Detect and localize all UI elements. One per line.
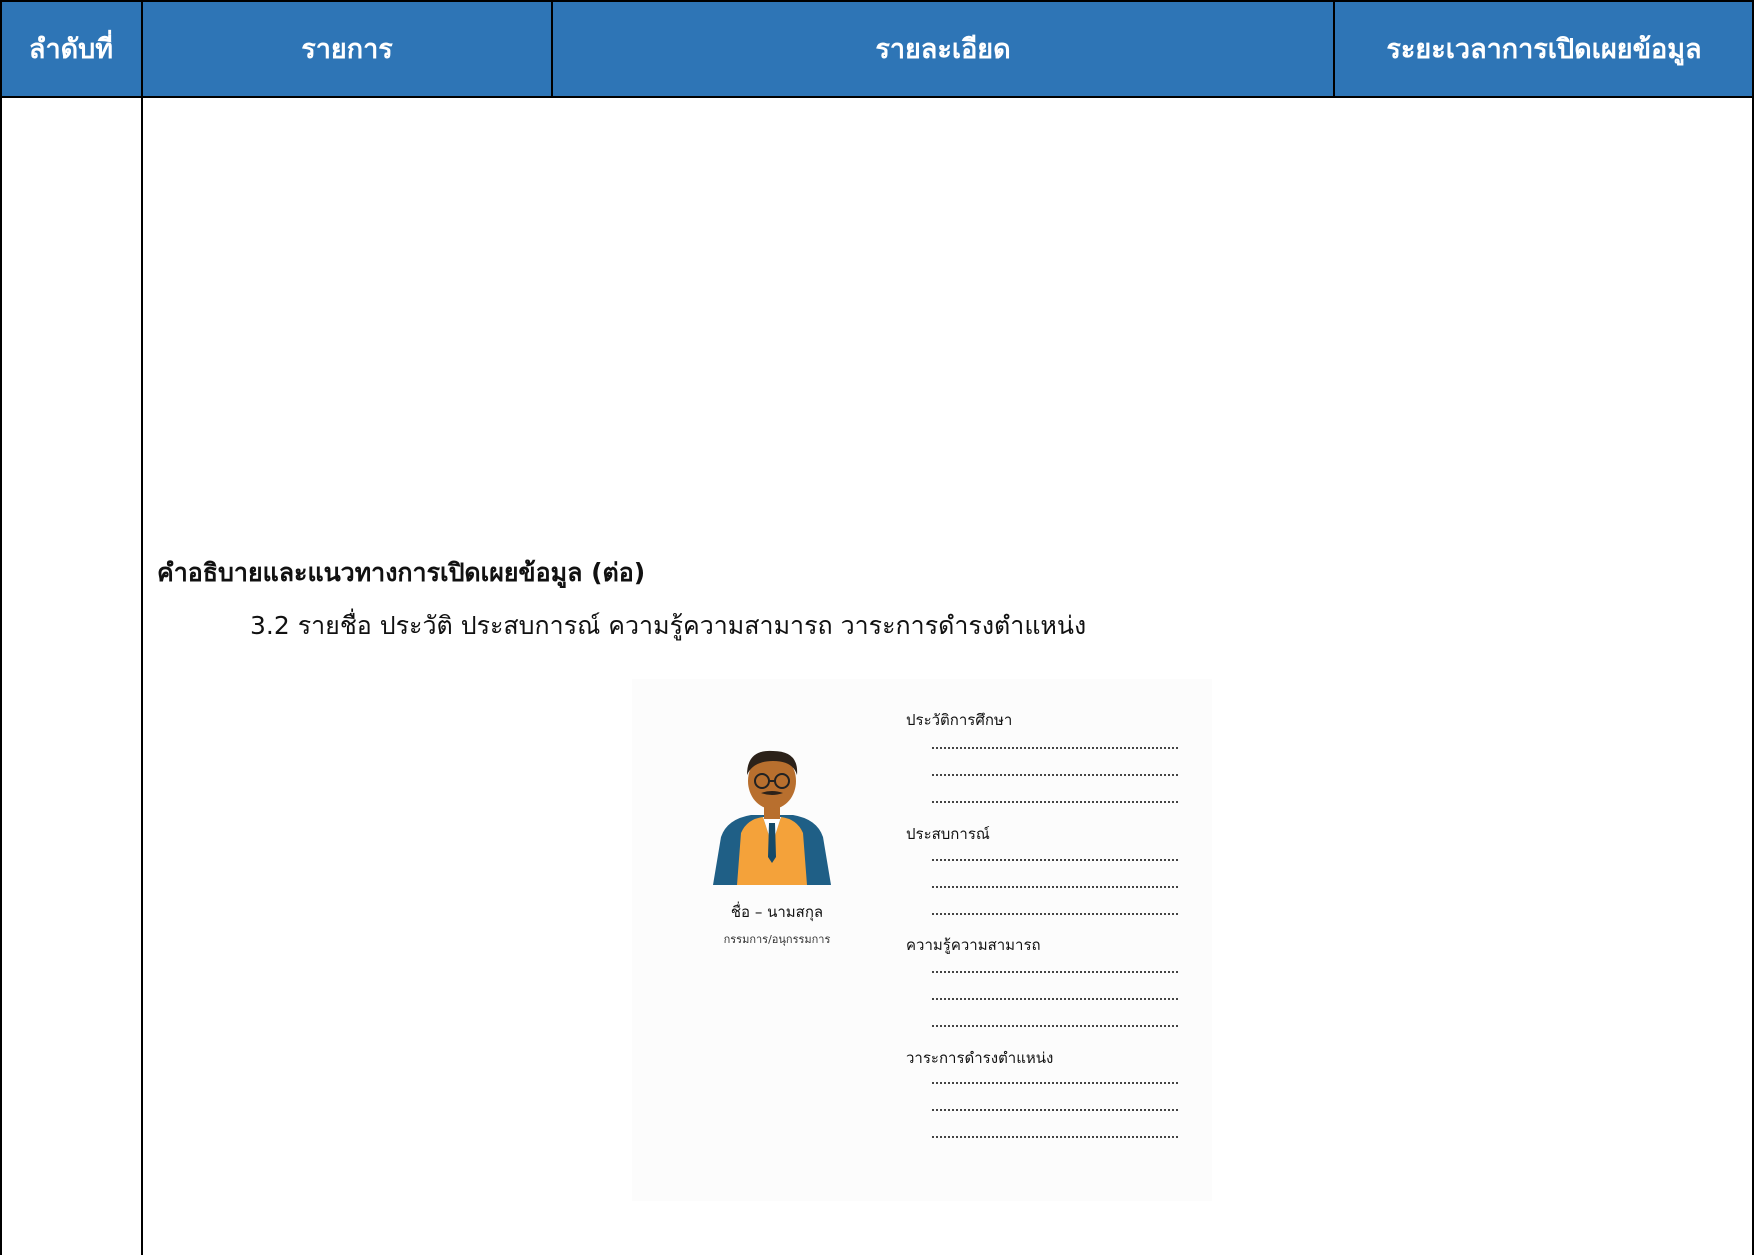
table-top-border bbox=[0, 0, 1754, 2]
cv-heading-experience: ประสบการณ์ bbox=[906, 825, 990, 843]
dotted-line bbox=[932, 859, 1178, 861]
person-name-label: ชื่อ – นามสกุล bbox=[730, 903, 824, 921]
dotted-line bbox=[932, 886, 1178, 888]
dotted-line bbox=[932, 747, 1178, 749]
table-left-border bbox=[0, 0, 2, 1255]
header-order: ลำดับที่ bbox=[28, 34, 114, 65]
dotted-line bbox=[932, 801, 1178, 803]
cv-heading-term: วาระการดำรงตำแหน่ง bbox=[906, 1049, 1054, 1067]
dotted-line bbox=[932, 1136, 1178, 1138]
person-avatar-icon bbox=[713, 750, 831, 885]
column-divider-item bbox=[551, 0, 553, 97]
dotted-line bbox=[932, 1025, 1178, 1027]
cv-heading-knowledge: ความรู้ความสามารถ bbox=[906, 936, 1041, 954]
person-role-label: กรรมการ/อนุกรรมการ bbox=[723, 933, 831, 946]
column-divider-detail bbox=[1333, 0, 1335, 97]
column-divider-order bbox=[141, 0, 143, 1255]
header-item: รายการ bbox=[301, 34, 393, 65]
header-bottom-border bbox=[0, 96, 1754, 98]
header-period: ระยะเวลาการเปิดเผยข้อมูล bbox=[1386, 34, 1702, 65]
dotted-line bbox=[932, 1082, 1178, 1084]
header-detail: รายละเอียด bbox=[875, 34, 1011, 65]
cv-heading-education: ประวัติการศึกษา bbox=[906, 711, 1013, 729]
dotted-line bbox=[932, 998, 1178, 1000]
section-title: คำอธิบายและแนวทางการเปิดเผยข้อมูล (ต่อ) bbox=[157, 558, 646, 587]
dotted-line bbox=[932, 913, 1178, 915]
dotted-line bbox=[932, 774, 1178, 776]
dotted-line bbox=[932, 971, 1178, 973]
section-item-3-2: 3.2 รายชื่อ ประวัติ ประสบการณ์ ความรู้คว… bbox=[250, 611, 1087, 640]
dotted-line bbox=[932, 1109, 1178, 1111]
